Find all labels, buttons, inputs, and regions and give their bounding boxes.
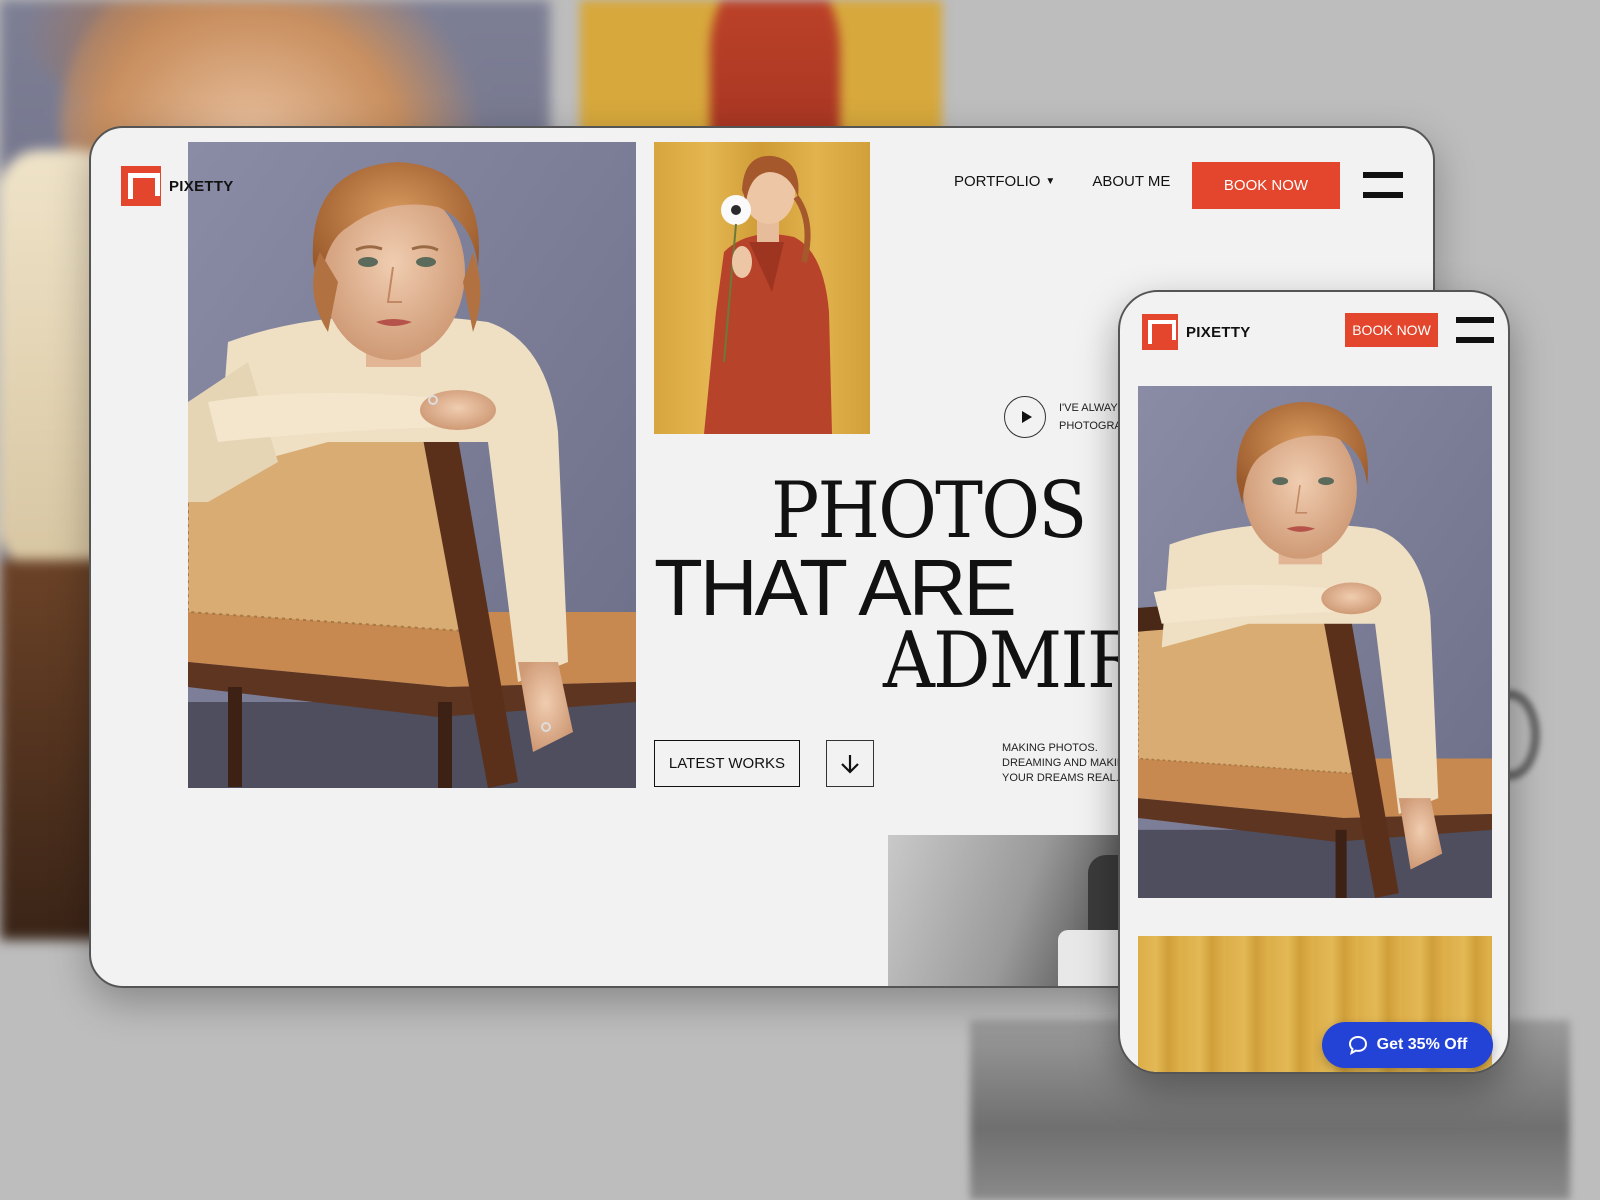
mobile-mockup: PIXETTY BOOK NOW Get 35% Off [1118, 290, 1510, 1074]
play-video-button[interactable] [1004, 396, 1046, 438]
hero-photo-bw-arm [888, 835, 1148, 986]
caret-down-icon: ▼ [1045, 176, 1056, 187]
mobile-book-now-button[interactable]: BOOK NOW [1345, 313, 1438, 347]
arrow-down-icon [841, 754, 859, 774]
book-now-button[interactable]: BOOK NOW [1192, 162, 1340, 209]
mobile-brand-logo[interactable]: PIXETTY [1142, 314, 1251, 350]
mobile-hero-photo [1138, 386, 1492, 898]
nav-about-me[interactable]: ABOUT ME [1092, 173, 1170, 190]
brand-logo[interactable]: PIXETTY [121, 166, 234, 206]
nav-portfolio-label: PORTFOLIO [954, 173, 1041, 190]
mobile-brand-name: PIXETTY [1186, 323, 1251, 341]
headline-line-3: ADMIR [883, 616, 1141, 706]
scroll-down-button[interactable] [826, 740, 874, 787]
play-icon [1021, 411, 1032, 423]
latest-works-button[interactable]: LATEST WORKS [654, 740, 800, 787]
promo-chat-button[interactable]: Get 35% Off [1322, 1022, 1493, 1068]
nav-portfolio[interactable]: PORTFOLIO ▼ [954, 173, 1055, 190]
chat-bubble-icon [1348, 1035, 1367, 1055]
background-yellow-photo-blur [580, 0, 942, 140]
main-nav: PORTFOLIO ▼ ABOUT ME [954, 173, 1170, 190]
logo-icon [1142, 314, 1178, 350]
logo-icon [121, 166, 161, 206]
hero-photo-woman-red-dress [654, 142, 870, 434]
promo-label: Get 35% Off [1376, 1036, 1468, 1053]
brand-name: PIXETTY [169, 177, 234, 195]
hamburger-menu-icon[interactable] [1456, 317, 1494, 343]
hamburger-menu-icon[interactable] [1363, 172, 1403, 198]
hero-photo-woman-on-chair [188, 142, 636, 788]
